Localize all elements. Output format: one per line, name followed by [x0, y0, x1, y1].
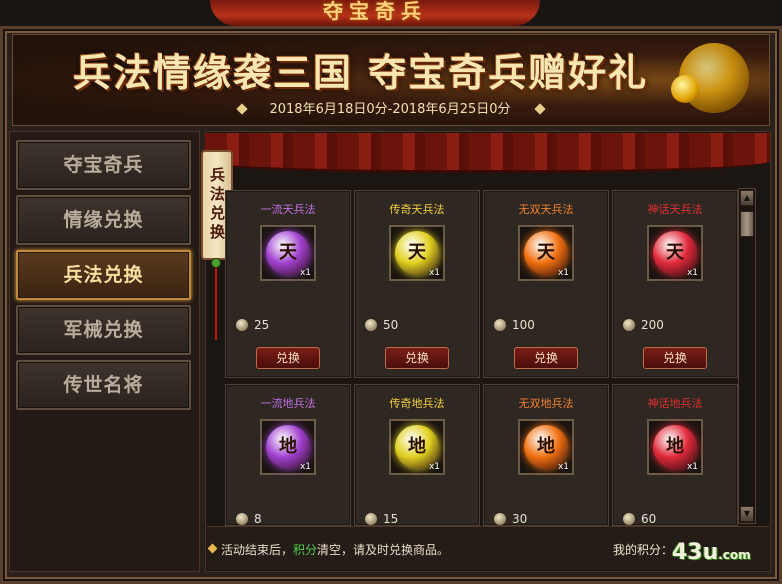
jade-bead-icon	[211, 258, 221, 268]
redeem-button[interactable]: 兑换	[643, 347, 707, 369]
exchange-item-card: 传奇天兵法 天 x1 50 兑换	[354, 190, 480, 378]
sidebar-nav: 夺宝奇兵 情缘兑换 兵法兑换 军械兑换 传世名将	[9, 131, 200, 572]
redeem-button[interactable]: 兑换	[385, 347, 449, 369]
item-cost: 25	[254, 318, 270, 332]
item-quantity: x1	[686, 462, 698, 472]
item-quantity: x1	[299, 268, 311, 278]
nav-item-armament-exchange[interactable]: 军械兑换	[16, 305, 191, 355]
redeem-button[interactable]: 兑换	[514, 347, 578, 369]
redeem-button[interactable]: 兑换	[256, 347, 320, 369]
item-cost: 50	[383, 318, 399, 332]
site-watermark-logo: 43u.com	[672, 540, 751, 565]
item-icon-frame[interactable]: 地 x1	[647, 419, 703, 475]
notice-text: 活动结束后，	[221, 543, 294, 557]
item-quantity: x1	[557, 462, 569, 472]
item-name: 传奇天兵法	[389, 203, 445, 216]
diamond-icon	[207, 543, 218, 554]
item-name: 无双地兵法	[518, 397, 574, 410]
tassel-decoration	[215, 260, 217, 340]
curtain-decoration	[205, 133, 770, 173]
top-title-decoration: 夺宝奇兵	[210, 0, 540, 26]
item-icon-frame[interactable]: 地 x1	[518, 419, 574, 475]
item-grid-scrollbar[interactable]: ▲ ▼	[738, 188, 756, 524]
item-quantity: x1	[299, 462, 311, 472]
triangle-up-icon[interactable]: ▲	[740, 190, 754, 206]
coin-icon	[494, 513, 506, 525]
banner-title: 兵法情缘袭三国 夺宝奇兵赠好礼	[73, 50, 649, 95]
item-cost: 8	[254, 512, 262, 526]
exchange-item-card: 一流地兵法 地 x1 8 兑换	[225, 384, 351, 526]
coin-icon	[365, 319, 377, 331]
item-name: 一流地兵法	[260, 397, 316, 410]
event-date-range: 2018年6月18日0分-2018年6月25日0分	[269, 102, 511, 117]
exchange-item-card: 神话天兵法 天 x1 200 兑换	[612, 190, 738, 378]
item-cost: 30	[512, 512, 528, 526]
item-icon-frame[interactable]: 天 x1	[647, 225, 703, 281]
watermark-suffix: .com	[718, 548, 751, 562]
item-cost: 60	[641, 512, 657, 526]
notice-points-highlight: 积分	[293, 543, 318, 557]
nav-item-affinity-exchange[interactable]: 情缘兑换	[16, 195, 191, 245]
coin-icon	[623, 513, 635, 525]
item-icon-frame[interactable]: 天 x1	[518, 225, 574, 281]
item-quantity: x1	[428, 462, 440, 472]
scrollbar-thumb[interactable]	[740, 211, 754, 237]
triangle-down-icon[interactable]: ▼	[740, 506, 754, 522]
nav-item-treasure-hunt[interactable]: 夺宝奇兵	[16, 140, 191, 190]
item-cost: 200	[641, 318, 664, 332]
item-icon-frame[interactable]: 天 x1	[260, 225, 316, 281]
exchange-item-card: 神话地兵法 地 x1 60 兑换	[612, 384, 738, 526]
notice-text: 清空，请及时兑换商品。	[317, 543, 450, 557]
points-expiry-notice: 活动结束后，积分清空，请及时兑换商品。	[221, 541, 449, 558]
exchange-item-card: 无双天兵法 天 x1 100 兑换	[483, 190, 609, 378]
nav-item-tactics-exchange[interactable]: 兵法兑换	[16, 250, 191, 300]
item-icon-frame[interactable]: 地 x1	[260, 419, 316, 475]
my-points-label: 我的积分：	[613, 543, 674, 557]
exchange-item-card: 传奇地兵法 地 x1 15 兑换	[354, 384, 480, 526]
watermark-text: 43u	[672, 540, 719, 565]
item-cost: 15	[383, 512, 399, 526]
exchange-item-card: 一流天兵法 天 x1 25 兑换	[225, 190, 351, 378]
item-quantity: x1	[557, 268, 569, 278]
item-name: 传奇地兵法	[389, 397, 445, 410]
item-name: 神话天兵法	[647, 203, 703, 216]
item-quantity: x1	[686, 268, 698, 278]
coin-icon	[623, 319, 635, 331]
item-icon-frame[interactable]: 天 x1	[389, 225, 445, 281]
item-name: 神话地兵法	[647, 397, 703, 410]
item-cost: 100	[512, 318, 535, 332]
item-name: 一流天兵法	[260, 203, 316, 216]
coin-icon	[494, 319, 506, 331]
item-icon-frame[interactable]: 地 x1	[389, 419, 445, 475]
coin-icon	[236, 513, 248, 525]
nav-item-legendary-generals[interactable]: 传世名将	[16, 360, 191, 410]
item-quantity: x1	[428, 268, 440, 278]
exchange-item-card: 无双地兵法 地 x1 30 兑换	[483, 384, 609, 526]
coin-icon	[236, 319, 248, 331]
item-name: 无双天兵法	[518, 203, 574, 216]
coin-icon	[365, 513, 377, 525]
